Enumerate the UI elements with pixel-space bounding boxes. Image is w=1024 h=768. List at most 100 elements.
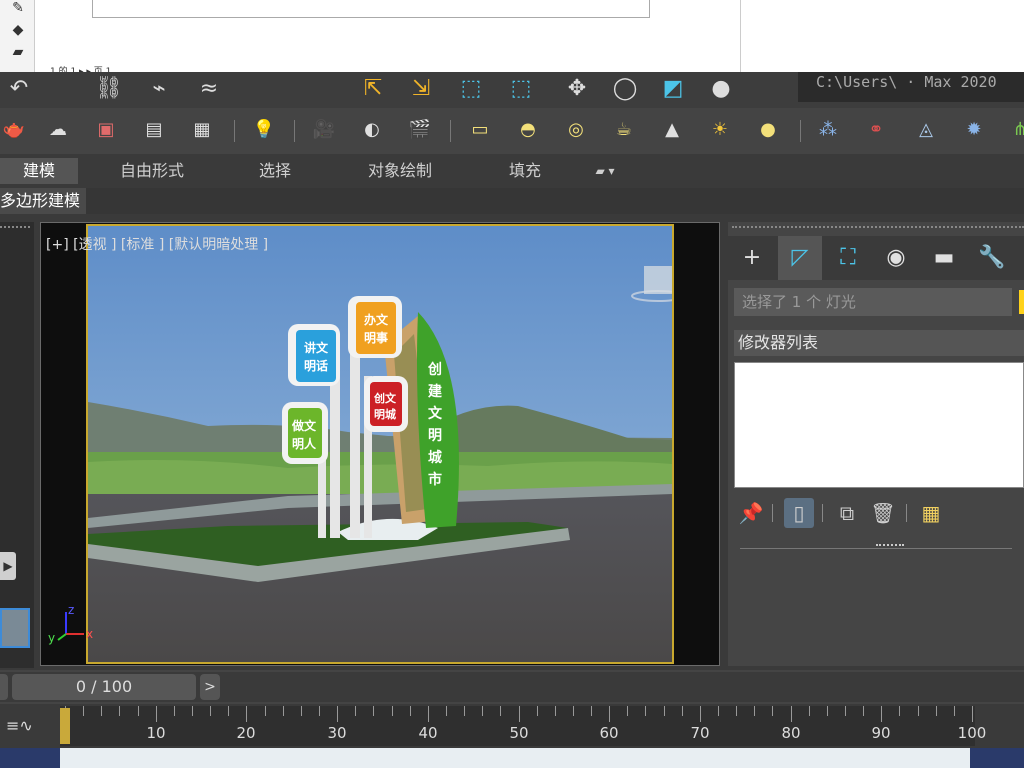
ruler-tick [119,706,120,716]
tab-object-paint[interactable]: 对象绘制 [350,158,450,184]
remove-modifier-icon[interactable]: 🗑 [868,498,898,528]
bind-spacewarp-icon[interactable]: ≈ [192,76,226,102]
ruler-tick [246,706,247,722]
pin-stack-icon[interactable]: 📌 [736,498,766,528]
motion-icon[interactable]: ◉ [874,236,918,280]
fill-bucket-icon[interactable]: ◆ [10,22,26,38]
cloud-icon[interactable]: ☁ [44,116,72,144]
undo-icon[interactable]: ↶ [2,76,36,102]
current-frame-indicator[interactable] [60,708,70,744]
ruler-label: 60 [599,724,619,742]
camera-icon[interactable]: 🎥 [310,116,338,144]
unlink-icon[interactable]: ⌁ [142,76,176,102]
bubble2-line: 明事 [364,330,388,345]
bubble1-line: 明话 [304,358,328,373]
polygon-modeling-label[interactable]: 多边形建模 [0,188,87,214]
main-toolbar: ↶ ⛓ ⌁ ≈ ⇱ ⇲ ⬚ ⬚ ✥ ◯ ◩ ● C:\Users\ · Max … [0,72,1024,108]
torus-icon[interactable]: ◎ [562,116,590,144]
explorer-thumbnail[interactable] [0,608,30,648]
tab-freeform[interactable]: 自由形式 [98,158,206,184]
show-end-result-icon[interactable]: ▯ [784,498,814,528]
expand-arrow-icon[interactable]: ▶ [0,552,16,580]
selection-name-field[interactable]: 选择了 1 个 灯光 [734,288,1012,316]
eraser-icon[interactable]: ▰ [10,44,26,60]
teapot-icon[interactable]: 🫖 [0,116,28,144]
modifier-stack[interactable] [734,362,1024,488]
ruler-tick [700,706,701,722]
render-frame-icon[interactable]: ▣ [92,116,120,144]
pen-icon[interactable]: ✎ [10,0,26,16]
particles-icon[interactable]: ⁂ [814,116,842,144]
rect-select-icon[interactable]: ⬚ [454,76,488,102]
select-by-name-icon[interactable]: ⇲ [404,76,438,102]
light-bulb-icon[interactable]: 💡 [250,116,278,144]
move-icon[interactable]: ✥ [560,76,594,102]
grass-icon[interactable]: ⋔ [1006,116,1024,144]
material-editor-icon[interactable]: ▤ [140,116,168,144]
tab-populate[interactable]: 填充 [490,158,560,184]
sphere-icon[interactable]: ● [754,116,782,144]
document-page [92,0,650,18]
bubble-blue [296,330,336,382]
link-icon[interactable]: ⛓ [92,76,126,102]
molecule-icon[interactable]: ⚭ [862,116,890,144]
utilities-icon[interactable]: 🔧 [970,236,1014,280]
cone-icon[interactable]: ▲ [658,116,686,144]
bubble1-line: 讲文 [304,340,329,355]
time-slider[interactable]: 0 / 100 [12,674,196,700]
panel-grip[interactable] [732,226,1024,228]
display-icon[interactable]: ▬ [922,236,966,280]
create-icon[interactable]: + [730,236,774,280]
select-object-icon[interactable]: ⇱ [356,76,390,102]
hemisphere-icon[interactable]: ◓ [514,116,542,144]
geosphere-icon[interactable]: ✹ [960,116,988,144]
shading-icon[interactable]: ◐ [358,116,386,144]
ruler-tick [355,706,356,716]
scale-icon[interactable]: ◩ [656,76,690,102]
rollup-grip[interactable] [876,544,904,554]
ruler-tick [936,706,937,716]
video-camera-icon[interactable]: 🎬 [406,116,434,144]
ruler-tick [83,706,84,716]
y-label: y [48,631,55,645]
project-path-field[interactable]: C:\Users\ · Max 2020 [798,72,1024,102]
ruler-tick [682,706,683,716]
window-crossing-icon[interactable]: ⬚ [504,76,538,102]
ruler-label: 90 [871,724,891,742]
ruler-tick [410,706,411,716]
ruler-tick [573,706,574,716]
viewcube[interactable] [644,266,672,294]
ruler-tick [645,706,646,716]
viewport-render[interactable]: 创 建 文 明 城 市 讲文 明话 办文 明事 创文 明城 做文 明人 [86,224,674,664]
place-icon[interactable]: ● [704,76,738,102]
tab-modeling[interactable]: 建模 [0,158,78,184]
ruler-tick [918,706,919,716]
render-setup-icon[interactable]: ▦ [188,116,216,144]
make-unique-icon[interactable]: ⧉ [832,498,862,528]
ruler-tick [446,706,447,716]
plane-icon[interactable]: ▭ [466,116,494,144]
modifier-list-dropdown[interactable]: 修改器列表 [734,330,1024,356]
selection-color-swatch[interactable] [1019,290,1024,314]
curve-editor-icon[interactable]: ≡∿ [6,714,33,738]
rotate-icon[interactable]: ◯ [608,76,642,102]
prev-frame-button[interactable] [0,674,8,700]
ribbon: 建模 自由形式 选择 对象绘制 填充 ▰ ▾ [0,154,1024,188]
next-frame-button[interactable]: > [200,674,220,700]
panel-grip[interactable] [0,226,30,231]
y-axis [57,633,67,641]
configure-modifier-sets-icon[interactable]: ▦ [916,498,946,528]
sun-icon[interactable]: ☀ [706,116,734,144]
ribbon-options-icon[interactable]: ▰ ▾ [580,158,630,184]
leaf-char: 建 [428,383,442,400]
ruler-tick [482,706,483,716]
pyramid-icon[interactable]: ◬ [912,116,940,144]
teapot-primitive-icon[interactable]: ☕ [610,116,638,144]
viewport-label[interactable]: [+] [透视 ] [标准 ] [默认明暗处理 ] [46,234,268,254]
frame-ruler[interactable]: 0102030405060708090100 [60,706,986,746]
tab-selection[interactable]: 选择 [238,158,312,184]
document-toolbar: ✎ ◆ ▰ [0,0,35,72]
hierarchy-icon[interactable]: ⛶ [826,236,870,280]
modify-icon[interactable]: ◸ [778,236,822,280]
ruler-tick [156,706,157,722]
